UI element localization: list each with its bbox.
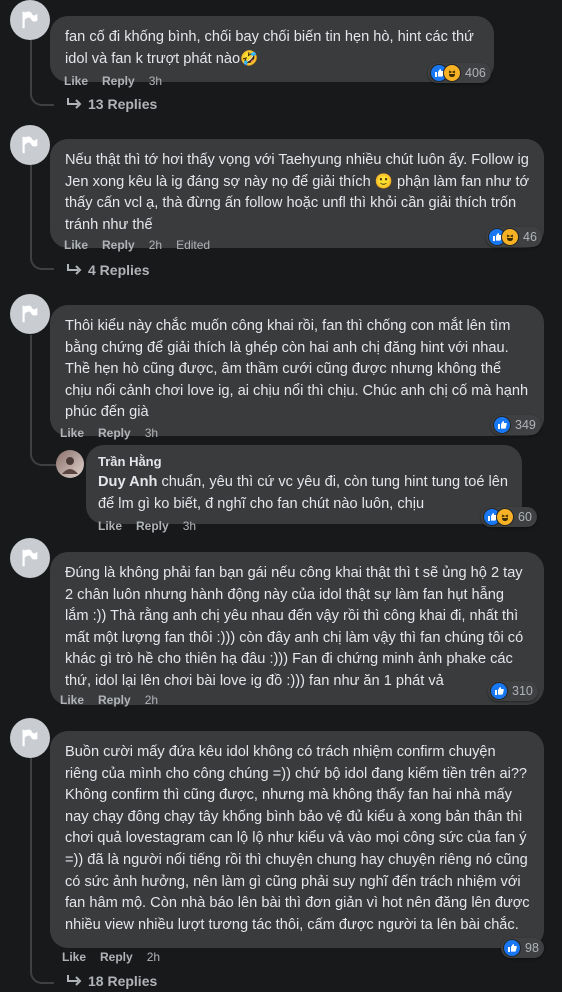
timestamp[interactable]: 2h xyxy=(145,693,158,707)
reply-arrow-icon xyxy=(67,264,82,275)
reaction-count: 310 xyxy=(512,684,533,698)
view-replies-link[interactable]: 13 Replies xyxy=(66,96,157,112)
like-button[interactable]: Like xyxy=(60,693,84,707)
comment-bubble: Thôi kiểu này chắc muốn công khai rồi, f… xyxy=(50,305,544,436)
edited-label: Edited xyxy=(176,238,211,252)
reaction-count: 98 xyxy=(525,941,539,955)
comment-bubble: Buồn cười mấy đứa kêu idol không có trác… xyxy=(50,731,544,949)
reply-button[interactable]: Reply xyxy=(102,74,135,88)
comment-text: Đúng là không phải fan bạn gái nếu công … xyxy=(65,565,524,689)
reply-button[interactable]: Reply xyxy=(136,519,169,533)
replies-count: 18 Replies xyxy=(88,973,158,989)
timestamp[interactable]: 2h xyxy=(149,238,162,252)
reply-button[interactable]: Reply xyxy=(98,693,131,707)
timestamp[interactable]: 3h xyxy=(183,519,196,533)
avatar[interactable] xyxy=(10,294,50,334)
like-button[interactable]: Like xyxy=(64,74,88,88)
like-icon xyxy=(493,416,511,434)
comment-text: fan cố đi khống bình, chối bay chối biến… xyxy=(65,29,474,67)
reaction-count: 349 xyxy=(515,418,536,432)
view-replies-link[interactable]: 4 Replies xyxy=(66,262,149,278)
avatar[interactable] xyxy=(10,0,50,40)
mention-link[interactable]: Duy Anh xyxy=(98,474,157,490)
avatar[interactable] xyxy=(10,718,50,758)
flag-icon xyxy=(22,305,38,323)
comment-text: Buồn cười mấy đứa kêu idol không có trác… xyxy=(65,744,530,933)
like-button[interactable]: Like xyxy=(60,426,84,440)
profile-photo-icon xyxy=(62,457,78,474)
comment-actions: Like Reply 2h Edited xyxy=(64,238,210,252)
reply-button[interactable]: Reply xyxy=(98,426,131,440)
haha-icon xyxy=(501,228,519,246)
reaction-summary[interactable]: 310 xyxy=(488,681,538,701)
replies-count: 4 Replies xyxy=(88,262,150,278)
reply-actions: Like Reply 3h xyxy=(98,519,196,533)
like-button[interactable]: Like xyxy=(64,238,88,252)
comment-actions: Like Reply 2h xyxy=(62,950,160,964)
comment-bubble: Nếu thật thì tớ hơi thấy vọng với Taehyu… xyxy=(50,139,544,249)
reply-avatar[interactable] xyxy=(56,450,84,478)
comment-actions: Like Reply 3h xyxy=(60,426,158,440)
reply-button[interactable]: Reply xyxy=(102,238,135,252)
flag-icon xyxy=(22,11,38,29)
like-icon xyxy=(490,682,508,700)
reply-text: chuẩn, yêu thì cứ vc yêu đi, còn tung hi… xyxy=(98,474,508,512)
like-button[interactable]: Like xyxy=(62,950,86,964)
haha-icon xyxy=(443,64,461,82)
reply-author[interactable]: Trần Hằng xyxy=(98,453,510,471)
reply-button[interactable]: Reply xyxy=(100,950,133,964)
reaction-count: 46 xyxy=(523,230,537,244)
timestamp[interactable]: 3h xyxy=(145,426,158,440)
comment-text: Thôi kiểu này chắc muốn công khai rồi, f… xyxy=(65,318,529,421)
like-icon xyxy=(503,939,521,957)
reply-arrow-icon xyxy=(67,98,82,109)
flag-icon xyxy=(22,549,38,567)
flag-icon xyxy=(22,136,38,154)
timestamp[interactable]: 3h xyxy=(149,74,162,88)
replies-count: 13 Replies xyxy=(88,96,158,112)
reaction-summary[interactable]: 46 xyxy=(486,227,542,247)
flag-icon xyxy=(22,729,38,747)
view-replies-link[interactable]: 18 Replies xyxy=(66,973,157,989)
haha-icon xyxy=(496,508,514,526)
avatar[interactable] xyxy=(10,125,50,165)
timestamp[interactable]: 2h xyxy=(147,950,160,964)
reaction-summary[interactable]: 349 xyxy=(491,415,541,435)
reaction-summary[interactable]: 60 xyxy=(481,507,537,527)
avatar[interactable] xyxy=(10,538,50,578)
reaction-count: 60 xyxy=(518,510,532,524)
comment-text: Nếu thật thì tớ hơi thấy vọng với Taehyu… xyxy=(65,152,530,233)
comment-actions: Like Reply 3h xyxy=(64,74,162,88)
like-button[interactable]: Like xyxy=(98,519,122,533)
comment-bubble: Đúng là không phải fan bạn gái nếu công … xyxy=(50,552,544,705)
reaction-summary[interactable]: 98 xyxy=(501,938,544,958)
reply-bubble: Trần Hằng Duy Anh chuẩn, yêu thì cứ vc y… xyxy=(86,445,522,525)
reaction-summary[interactable]: 406 xyxy=(428,63,491,83)
reply-arrow-icon xyxy=(67,975,82,986)
comment-actions: Like Reply 2h xyxy=(60,693,158,707)
reaction-count: 406 xyxy=(465,66,486,80)
